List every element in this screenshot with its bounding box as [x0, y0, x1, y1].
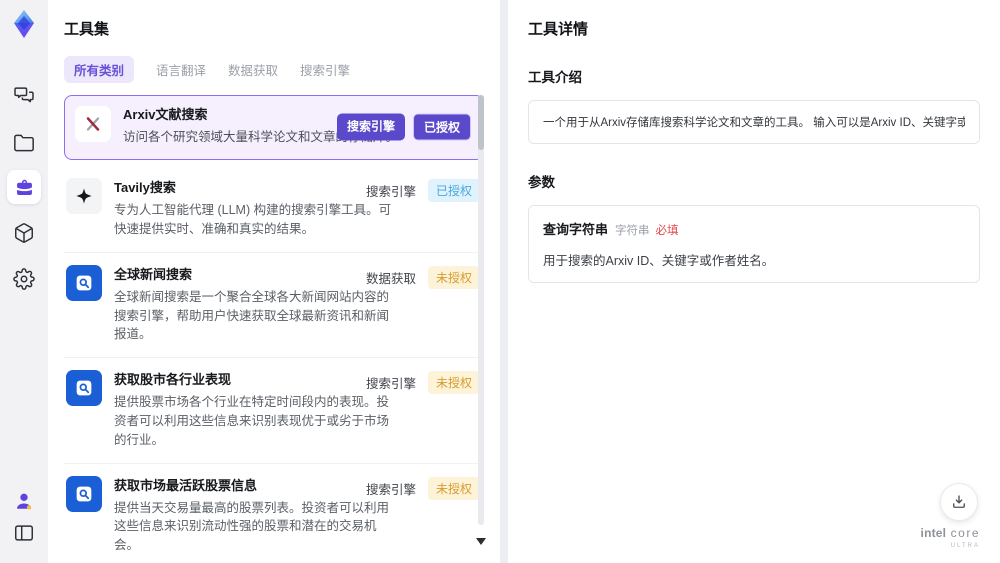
param-desc: 用于搜索的Arxiv ID、关键字或作者姓名。	[543, 254, 775, 268]
tool-meta: 搜索引擎 未授权	[365, 371, 480, 395]
tool-row-stock-sectors[interactable]: 获取股市各行业表现 提供股票市场各个行业在特定时间段内的表现。投资者可以利用这些…	[64, 358, 484, 464]
tab-all-categories[interactable]: 所有类别	[64, 56, 135, 83]
tool-meta: 搜索引擎 未授权	[365, 476, 480, 500]
category-tabs: 所有类别 语言翻译 数据获取 搜索引擎	[64, 56, 484, 83]
tool-desc: 全球新闻搜索是一个聚合全球各大新闻网站内容的搜索引擎，帮助用户快速获取全球最新资…	[114, 289, 390, 342]
tab-language-translation[interactable]: 语言翻译	[156, 56, 206, 83]
category-label: 搜索引擎	[365, 482, 416, 497]
gear-icon[interactable]	[7, 262, 41, 296]
tool-meta: 数据获取 未授权	[365, 265, 480, 289]
param-type: 字符串	[615, 225, 650, 237]
auth-badge: 已授权	[427, 178, 480, 202]
page-title: 工具集	[64, 21, 110, 38]
briefcase-icon[interactable]	[7, 170, 41, 204]
tool-card-arxiv[interactable]: Arxiv文献搜索 访问各个研究领域大量科学论文和文章的存储库。 搜索引擎 已授…	[64, 95, 484, 160]
split-panel-icon[interactable]	[7, 516, 41, 550]
tool-desc: 专为人工智能代理 (LLM) 构建的搜索引擎工具。可快速提供实时、准确和真实的结…	[114, 203, 392, 236]
tool-row-active-stocks[interactable]: 获取市场最活跃股票信息 提供当天交易量最高的股票列表。投资者可以利用这些信息来识…	[64, 464, 484, 563]
scrollbar-track[interactable]	[478, 95, 484, 525]
auth-badge: 未授权	[427, 371, 480, 395]
tool-cards: Arxiv文献搜索 访问各个研究领域大量科学论文和文章的存储库。 搜索引擎 已授…	[64, 95, 484, 563]
folder-icon[interactable]	[7, 126, 41, 160]
user-icon[interactable]	[7, 484, 41, 518]
intel-ultra-text: ULTRA	[950, 543, 980, 549]
tool-desc: 提供当天交易量最高的股票列表。投资者可以利用这些信息来识别流动性强的股票和潜在的…	[114, 500, 390, 553]
intro-heading: 工具介绍	[528, 70, 582, 85]
intel-core-logo: intel core ULTRA	[921, 525, 980, 549]
auth-badge: 未授权	[427, 476, 480, 500]
category-badge: 搜索引擎	[336, 113, 405, 141]
tool-row-tavily[interactable]: Tavily搜索 专为人工智能代理 (LLM) 构建的搜索引擎工具。可快速提供实…	[64, 166, 484, 253]
icon-rail	[0, 0, 48, 563]
intro-box: 一个用于从Arxiv存储库搜索科学论文和文章的工具。 输入可以是Arxiv ID…	[528, 100, 980, 144]
intro-text: 一个用于从Arxiv存储库搜索科学论文和文章的工具。 输入可以是Arxiv ID…	[543, 117, 965, 129]
params-heading: 参数	[528, 175, 555, 190]
chat-icon[interactable]	[7, 78, 41, 112]
param-name: 查询字符串	[543, 222, 609, 237]
scrollbar-thumb[interactable]	[478, 95, 484, 150]
tool-row-global-news[interactable]: 全球新闻搜索 全球新闻搜索是一个聚合全球各大新闻网站内容的搜索引擎，帮助用户快速…	[64, 253, 484, 359]
blue-search-icon	[66, 475, 102, 512]
tool-list-panel: 工具集 所有类别 语言翻译 数据获取 搜索引擎 Arxiv文献搜索 访问各个研究…	[48, 0, 500, 563]
category-label: 搜索引擎	[365, 184, 416, 199]
category-label: 搜索引擎	[365, 377, 416, 392]
tool-desc: 提供股票市场各个行业在特定时间段内的表现。投资者可以利用这些信息来识别表现优于或…	[114, 395, 390, 447]
auth-badge: 未授权	[427, 265, 480, 289]
intel-core-text: core	[950, 526, 980, 540]
download-button[interactable]	[940, 483, 978, 521]
param-box: 查询字符串 字符串 必填 用于搜索的Arxiv ID、关键字或作者姓名。	[528, 205, 980, 283]
tab-data-acquisition[interactable]: 数据获取	[228, 56, 278, 83]
scroll-down-arrow-icon[interactable]	[476, 538, 486, 545]
blue-search-icon	[66, 264, 102, 301]
cube-icon[interactable]	[7, 216, 41, 250]
intel-logo-text: intel	[920, 526, 947, 540]
arxiv-icon	[75, 106, 111, 142]
category-label: 数据获取	[365, 271, 416, 286]
tool-meta: 搜索引擎 已授权	[365, 178, 480, 202]
blue-search-icon	[66, 370, 102, 407]
tool-details-panel: 工具详情 工具介绍 一个用于从Arxiv存储库搜索科学论文和文章的工具。 输入可…	[508, 0, 1000, 563]
param-header: 查询字符串 字符串 必填	[543, 219, 965, 239]
app-logo-gem-icon	[8, 7, 40, 41]
download-icon	[953, 495, 965, 508]
param-required-badge: 必填	[655, 225, 679, 237]
tab-search-engine[interactable]: 搜索引擎	[300, 56, 350, 83]
spark-star-icon	[66, 177, 102, 214]
selected-badges: 搜索引擎 已授权	[336, 113, 471, 141]
auth-badge: 已授权	[412, 113, 471, 141]
details-title: 工具详情	[528, 21, 589, 38]
